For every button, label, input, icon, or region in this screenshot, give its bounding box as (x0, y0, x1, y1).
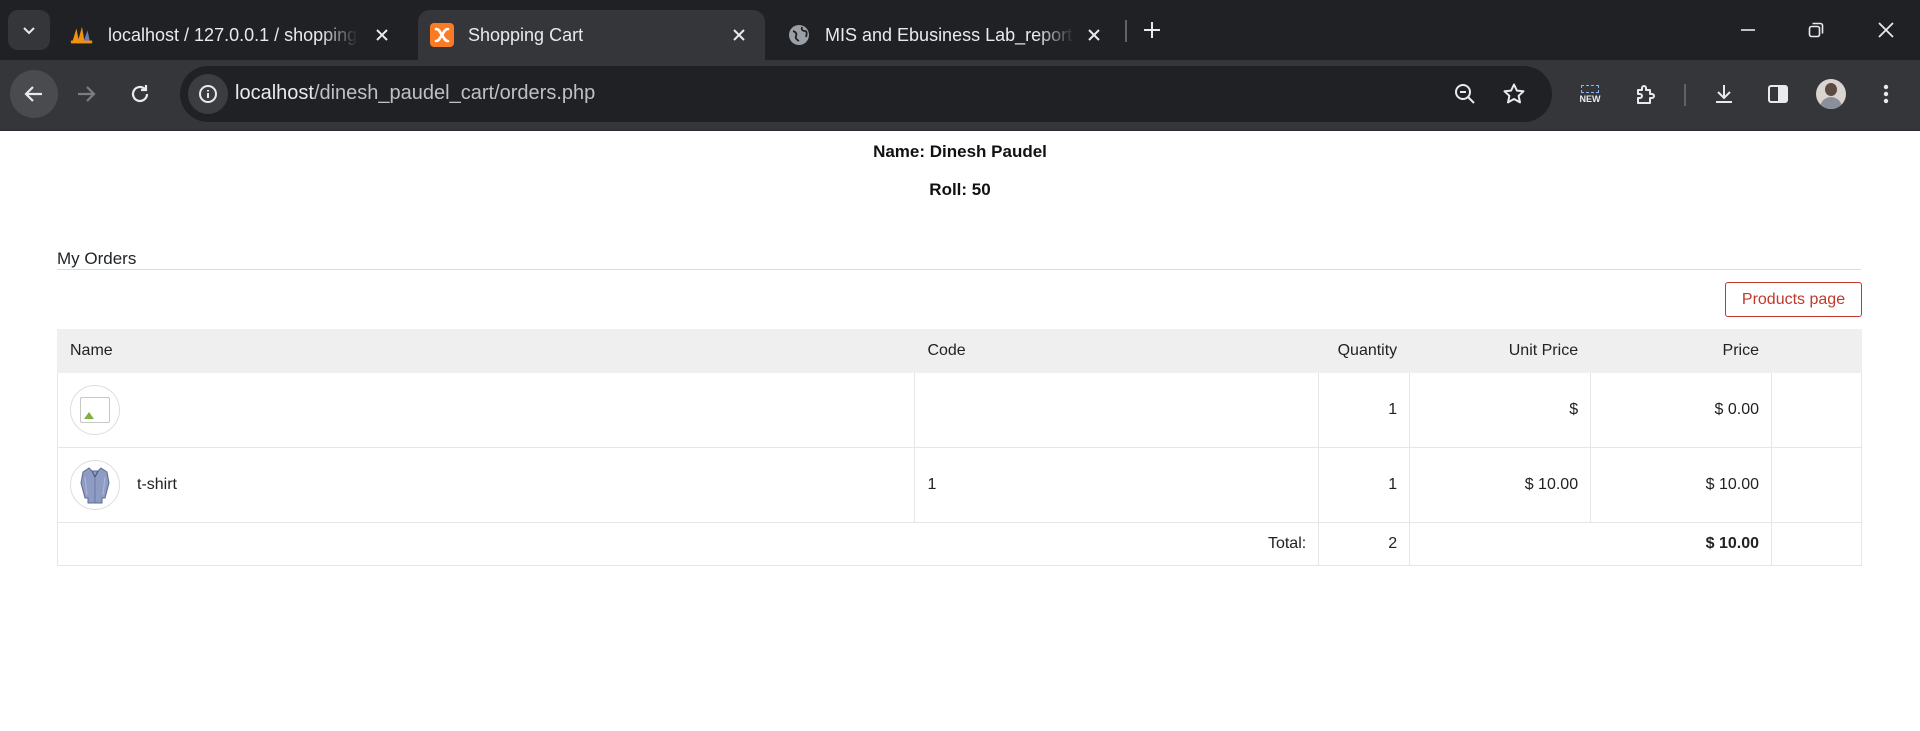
product-thumbnail (70, 460, 120, 510)
zoom-icon[interactable] (1449, 78, 1481, 110)
orders-table: Name Code Quantity Unit Price Price 1 $ (56, 329, 1862, 566)
arrow-left-icon (24, 86, 42, 102)
cell-quantity: 1 (1318, 447, 1411, 523)
forward-button[interactable] (62, 70, 110, 118)
section-title: My Orders (57, 249, 137, 268)
column-header-unit-price: Unit Price (1409, 329, 1592, 373)
student-name: Name: Dinesh Paudel (873, 142, 1047, 161)
phpmyadmin-icon (70, 23, 94, 47)
profile-avatar[interactable] (1816, 79, 1846, 109)
xampp-icon (430, 23, 454, 47)
tab-title: MIS and Ebusiness Lab_report.p (825, 24, 1075, 45)
back-button[interactable] (10, 70, 58, 118)
table-row: 1 $ $ 0.00 (56, 372, 1862, 448)
cell-unit-price: $ (1409, 372, 1592, 448)
reload-button[interactable] (116, 70, 164, 118)
tab-title: localhost / 127.0.0.1 / shopping (108, 24, 358, 45)
column-header-action (1771, 329, 1862, 373)
reload-icon (131, 85, 149, 103)
cell-code (914, 372, 1320, 448)
cell-action (1771, 447, 1862, 523)
restore-icon (1808, 22, 1824, 38)
close-icon[interactable] (727, 23, 751, 47)
chevron-down-icon (23, 27, 35, 35)
total-quantity: 2 (1318, 522, 1411, 566)
products-page-button[interactable]: Products page (1725, 282, 1862, 317)
info-icon (199, 85, 217, 103)
broken-image-icon (80, 397, 110, 423)
tab-phpmyadmin[interactable]: localhost / 127.0.0.1 / shopping (58, 10, 408, 60)
student-roll: Roll: 50 (929, 180, 991, 199)
close-icon[interactable] (1082, 23, 1106, 47)
toolbar-separator (1684, 84, 1686, 106)
cell-quantity: 1 (1318, 372, 1411, 448)
url-text: localhost/dinesh_paudel_cart/orders.php (235, 82, 595, 105)
column-header-quantity: Quantity (1318, 329, 1411, 373)
page-content: Name: Dinesh Paudel Roll: 50 My Orders P… (0, 131, 1920, 731)
tab-search-button[interactable] (8, 10, 50, 50)
url-host: localhost (235, 82, 314, 104)
table-row: t-shirt 1 1 $ 10.00 $ 10.00 (56, 447, 1862, 523)
tshirt-image (80, 467, 110, 504)
minimize-icon (1741, 29, 1755, 31)
column-header-code: Code (914, 329, 1320, 373)
divider (57, 269, 1861, 270)
table-header-row: Name Code Quantity Unit Price Price (56, 329, 1862, 373)
cell-product (56, 372, 916, 448)
arrow-right-icon (78, 86, 96, 102)
globe-icon (787, 23, 811, 47)
column-header-price: Price (1590, 329, 1772, 373)
close-icon[interactable] (370, 23, 394, 47)
cell-price: $ 10.00 (1590, 447, 1772, 523)
new-badge-label: NEW (1579, 93, 1601, 104)
side-panel-icon[interactable] (1760, 76, 1796, 112)
restore-button[interactable] (1782, 0, 1850, 60)
product-thumbnail (70, 385, 120, 435)
address-bar[interactable]: localhost/dinesh_paudel_cart/orders.php (180, 66, 1552, 122)
cell-price: $ 0.00 (1590, 372, 1772, 448)
extensions-puzzle-icon[interactable] (1628, 76, 1664, 112)
column-header-name: Name (56, 329, 916, 373)
extension-new-icon[interactable]: NEW (1572, 76, 1608, 112)
cell-unit-price: $ 10.00 (1409, 447, 1592, 523)
browser-toolbar: localhost/dinesh_paudel_cart/orders.php … (0, 60, 1920, 131)
close-window-button[interactable] (1852, 0, 1920, 60)
total-action-cell (1771, 522, 1862, 566)
tab-title: Shopping Cart (468, 24, 584, 45)
download-icon[interactable] (1706, 76, 1742, 112)
product-name: t-shirt (137, 476, 177, 493)
total-row: Total: 2 $ 10.00 (56, 522, 1862, 566)
tab-separator (1125, 20, 1127, 42)
cell-code: 1 (914, 447, 1320, 523)
more-menu-icon[interactable] (1868, 76, 1904, 112)
tab-shopping-cart[interactable]: Shopping Cart (418, 10, 765, 60)
site-info-button[interactable] (188, 74, 228, 114)
cell-action (1771, 372, 1862, 448)
cell-product: t-shirt (56, 447, 916, 523)
total-price: $ 10.00 (1409, 522, 1772, 566)
minimize-button[interactable] (1714, 0, 1782, 60)
new-tab-button[interactable] (1136, 12, 1168, 48)
plus-icon (1144, 22, 1160, 38)
total-label: Total: (56, 522, 1320, 566)
tab-lab-report[interactable]: MIS and Ebusiness Lab_report.p (775, 10, 1120, 60)
close-icon (1878, 22, 1894, 38)
bookmark-star-icon[interactable] (1498, 78, 1530, 110)
browser-tab-strip: localhost / 127.0.0.1 / shopping Shoppin… (0, 0, 1920, 60)
url-path: /dinesh_paudel_cart/orders.php (313, 82, 596, 104)
